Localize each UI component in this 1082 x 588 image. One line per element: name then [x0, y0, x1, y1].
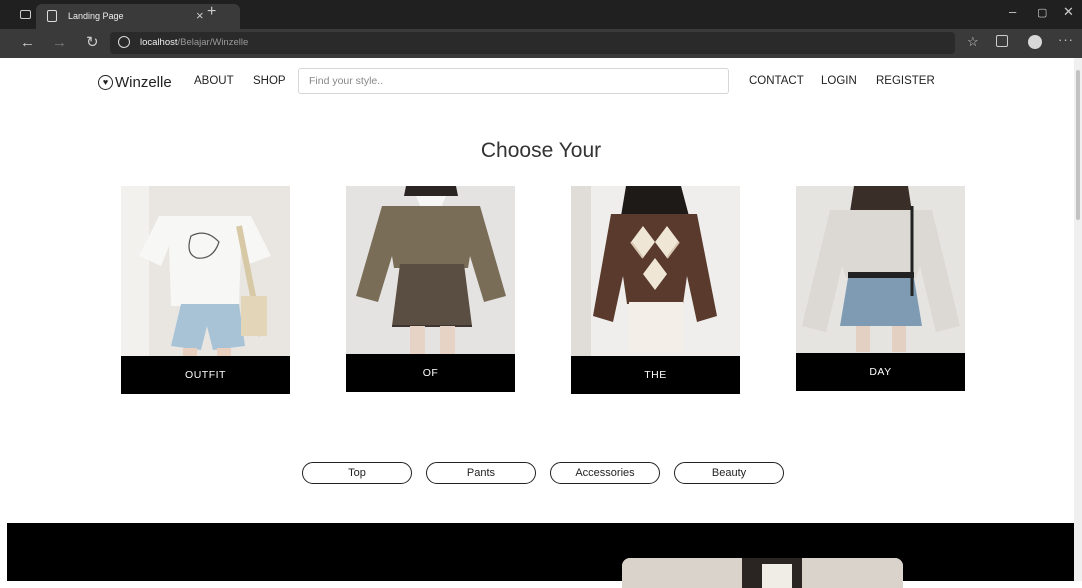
close-tab-icon[interactable]: ×	[196, 8, 204, 23]
of-label: OF	[346, 354, 515, 392]
browser-address-bar: ← → ↻ localhost/Belajar/Winzelle ☆ ···	[0, 29, 1082, 58]
url-path: /Belajar/Winzelle	[177, 37, 249, 48]
favorites-icon[interactable]: ☆	[967, 34, 979, 50]
globe-icon	[118, 36, 130, 48]
browser-tab-bar: Landing Page × + – ▢ ✕	[0, 0, 1082, 29]
featured-band	[7, 523, 1074, 588]
nav-link-register[interactable]: REGISTER	[876, 75, 935, 87]
tab-title: Landing Page	[68, 11, 124, 21]
url-text[interactable]: localhost/Belajar/Winzelle	[140, 37, 248, 48]
back-icon[interactable]: ←	[20, 34, 35, 51]
logo-text: Winzelle	[115, 73, 172, 91]
page-scrollbar[interactable]	[1074, 58, 1082, 581]
featured-photo	[622, 558, 903, 588]
category-top-button[interactable]: Top	[302, 462, 412, 484]
close-window-icon[interactable]: ✕	[1063, 4, 1074, 20]
category-beauty-button[interactable]: Beauty	[674, 462, 784, 484]
url-host: localhost	[140, 37, 178, 48]
more-icon[interactable]: ···	[1058, 32, 1074, 47]
new-tab-icon[interactable]: +	[207, 3, 216, 21]
page-icon	[47, 10, 57, 22]
the-label: THE	[571, 356, 740, 394]
hero-heading: Choose Your	[480, 139, 602, 162]
outfit-photo	[121, 186, 290, 356]
outfit-label: OUTFIT	[121, 356, 290, 394]
category-pants-button[interactable]: Pants	[426, 462, 536, 484]
nav-link-shop[interactable]: SHOP	[253, 75, 286, 87]
category-accessories-button[interactable]: Accessories	[550, 462, 660, 484]
nav-link-login[interactable]: LOGIN	[821, 75, 857, 87]
the-photo	[571, 186, 740, 356]
day-label: DAY	[796, 353, 965, 391]
of-photo	[346, 186, 515, 356]
collections-icon[interactable]	[996, 35, 1008, 47]
day-photo	[796, 186, 965, 356]
reload-icon[interactable]: ↻	[86, 33, 99, 51]
nav-link-contact[interactable]: CONTACT	[749, 75, 804, 87]
profile-icon[interactable]	[1028, 35, 1042, 49]
nav-link-about[interactable]: ABOUT	[194, 75, 234, 87]
heart-icon: ♥	[98, 74, 113, 90]
search-input[interactable]	[298, 68, 729, 94]
site-logo[interactable]: ♥ Winzelle	[98, 72, 172, 92]
forward-icon[interactable]: →	[52, 34, 67, 51]
window-menu-icon[interactable]	[20, 10, 31, 19]
maximize-icon[interactable]: ▢	[1037, 6, 1047, 19]
url-field[interactable]: localhost/Belajar/Winzelle	[110, 32, 955, 54]
minimize-icon[interactable]: –	[1009, 4, 1016, 19]
